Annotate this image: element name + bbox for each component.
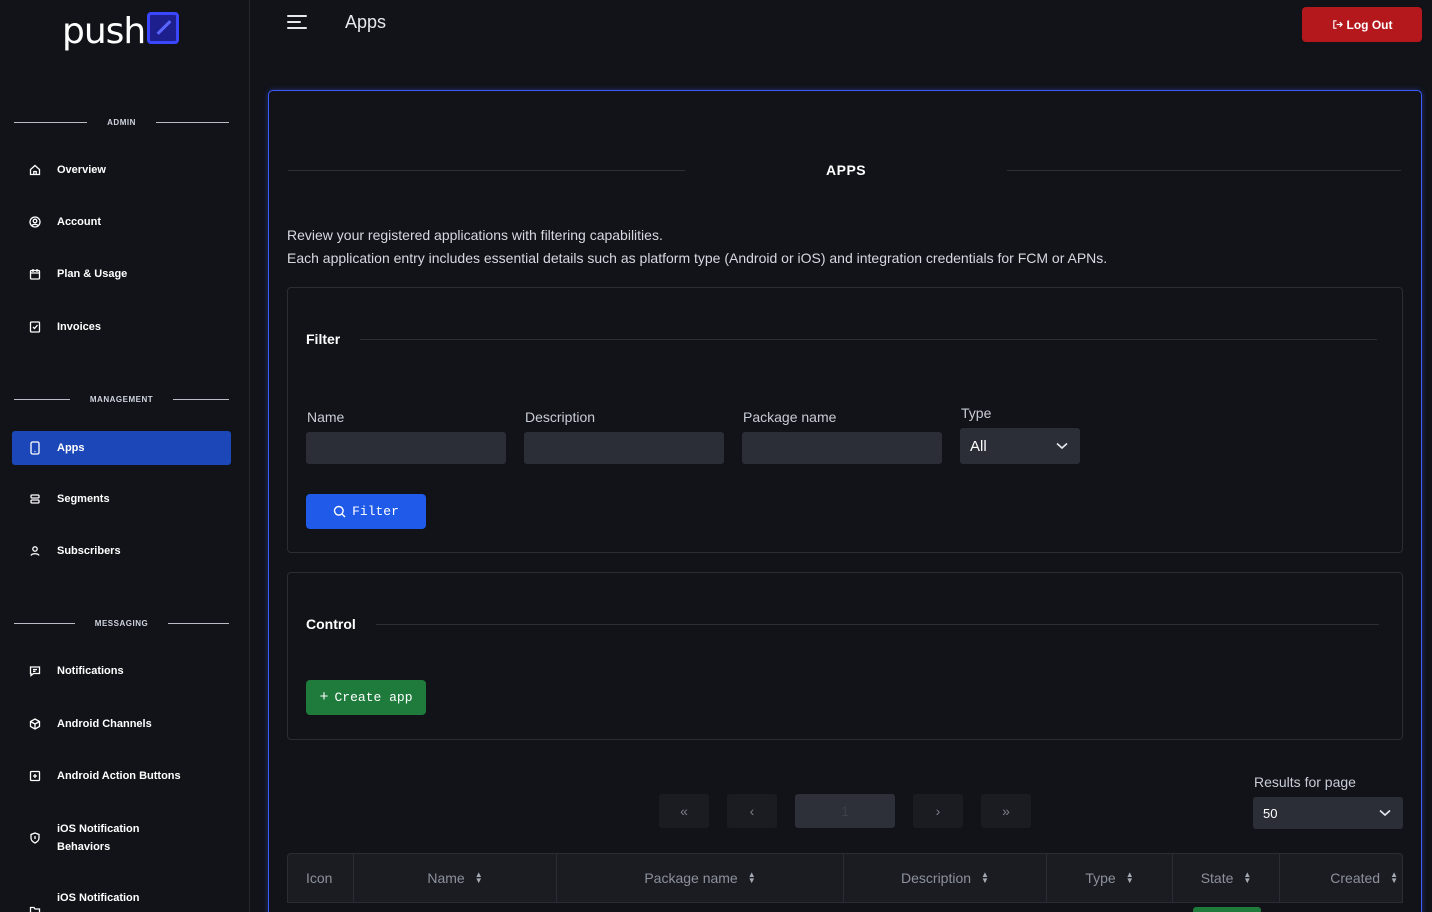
- sidebar-item-label: Notifications: [57, 665, 124, 677]
- menu-toggle-icon[interactable]: [287, 15, 307, 31]
- chevron-down-icon: [1056, 442, 1068, 450]
- filter-title: Filter: [306, 331, 341, 347]
- section-label-management: MANAGEMENT: [14, 395, 229, 404]
- sidebar-item-label: iOS Notification Behaviors: [57, 823, 140, 853]
- section-label-messaging: MESSAGING: [14, 619, 229, 628]
- next-page-button[interactable]: ›: [913, 794, 963, 828]
- shield-icon: [28, 831, 42, 845]
- stack-icon: [28, 492, 42, 506]
- sidebar-item-label: Account: [57, 216, 101, 228]
- description-label: Description: [525, 409, 596, 425]
- sort-icon: ▲ ▼: [1243, 870, 1252, 885]
- logout-label: Log Out: [1346, 17, 1393, 32]
- sidebar-item-notifications[interactable]: Notifications: [12, 654, 231, 688]
- sidebar-item-label: iOS Notification: [57, 892, 140, 904]
- create-app-button[interactable]: + Create app: [306, 680, 426, 715]
- logo-text: push: [62, 10, 146, 52]
- column-header-icon: Icon: [288, 854, 354, 902]
- smartphone-icon: [28, 441, 42, 455]
- logout-icon: [1332, 20, 1343, 29]
- sidebar-item-label: Segments: [57, 493, 110, 505]
- home-icon: [28, 163, 42, 177]
- intro-text: Review your registered applications with…: [287, 227, 1108, 266]
- sidebar-item-label: Plan & Usage: [57, 268, 128, 280]
- control-panel: Control: [287, 572, 1403, 740]
- name-input[interactable]: [306, 432, 506, 464]
- column-header-type[interactable]: Type ▲ ▼: [1047, 854, 1173, 902]
- first-page-button[interactable]: «: [659, 794, 709, 828]
- filter-header: Filter: [306, 331, 1378, 347]
- sort-icon: ▲ ▼: [981, 870, 989, 885]
- sidebar-item-subscribers[interactable]: Subscribers: [12, 534, 231, 568]
- sidebar-item-ios-notification-behaviors[interactable]: iOS Notification Behaviors: [12, 812, 231, 864]
- control-header: Control: [306, 616, 1379, 632]
- sidebar-item-segments[interactable]: Segments: [12, 482, 231, 516]
- create-app-label: Create app: [334, 690, 413, 705]
- filter-panel: Filter: [287, 287, 1403, 553]
- sidebar-item-apps[interactable]: Apps: [12, 431, 231, 465]
- calendar-icon: [28, 267, 42, 281]
- sidebar-item-android-action-buttons[interactable]: Android Action Buttons: [12, 759, 231, 793]
- users-icon: [28, 544, 42, 558]
- results-per-page-value: 50: [1263, 805, 1278, 821]
- chevron-down-icon: [1379, 809, 1391, 817]
- sort-icon: ▲ ▼: [1390, 870, 1398, 885]
- sidebar-item-android-channels[interactable]: Android Channels: [12, 707, 231, 741]
- sort-icon: ▲ ▼: [474, 870, 483, 885]
- filter-button-label: Filter: [352, 504, 399, 519]
- message-icon: [28, 664, 42, 678]
- sidebar-item-overview[interactable]: Overview: [12, 153, 231, 187]
- type-select-value: All: [970, 437, 987, 455]
- receipt-icon: [28, 320, 42, 334]
- sidebar-item-label: Invoices: [57, 321, 102, 333]
- card-title-row: APPS: [288, 162, 1401, 178]
- package-name-input[interactable]: [742, 432, 942, 464]
- sidebar-item-label: Android Channels: [57, 718, 152, 730]
- type-label: Type: [961, 405, 992, 421]
- sidebar-item-label: Apps: [57, 442, 85, 454]
- results-per-page-label: Results for page: [1254, 774, 1356, 790]
- prev-page-button[interactable]: ‹: [727, 794, 777, 828]
- name-label: Name: [307, 409, 345, 425]
- apps-table-header: Icon Name ▲ ▼ Package name ▲ ▼ Description…: [287, 853, 1403, 903]
- sidebar: push ADMIN Overview Account Plan & Usage…: [0, 0, 250, 912]
- column-header-created[interactable]: Created ▲ ▼: [1280, 854, 1402, 902]
- filter-button[interactable]: Filter: [306, 494, 426, 529]
- plus-icon: +: [319, 689, 329, 706]
- sort-icon: ▲ ▼: [1125, 870, 1134, 885]
- type-select[interactable]: All: [960, 428, 1080, 464]
- package-name-label: Package name: [743, 409, 837, 425]
- current-page[interactable]: 1: [795, 794, 895, 828]
- results-per-page-select[interactable]: 50: [1253, 797, 1403, 829]
- sidebar-item-label: Android Action Buttons: [57, 770, 181, 782]
- card-title: APPS: [826, 162, 867, 178]
- sidebar-item-label: Subscribers: [57, 545, 121, 557]
- section-label-admin: ADMIN: [14, 118, 229, 127]
- box-icon: [28, 717, 42, 731]
- logo[interactable]: push: [62, 10, 180, 52]
- last-page-button[interactable]: »: [981, 794, 1031, 828]
- column-header-state[interactable]: State ▲ ▼: [1173, 854, 1280, 902]
- sort-icon: ▲ ▼: [747, 870, 756, 885]
- page-title: Apps: [345, 12, 387, 32]
- search-icon: [333, 505, 346, 518]
- logo-mark-icon: [147, 12, 180, 44]
- sidebar-item-invoices[interactable]: Invoices: [12, 310, 231, 344]
- column-header-name[interactable]: Name ▲ ▼: [354, 854, 557, 902]
- logout-button[interactable]: Log Out: [1302, 7, 1422, 42]
- sidebar-item-plan-usage[interactable]: Plan & Usage: [12, 257, 231, 291]
- sidebar-item-label: Overview: [57, 164, 106, 176]
- plus-square-icon: [28, 769, 42, 783]
- folder-icon: [28, 904, 42, 912]
- status-badge: [1193, 907, 1261, 912]
- column-header-package-name[interactable]: Package name ▲ ▼: [557, 854, 844, 902]
- sidebar-item-ios-notification[interactable]: iOS Notification: [12, 888, 231, 912]
- description-input[interactable]: [524, 432, 724, 464]
- control-title: Control: [306, 616, 356, 632]
- user-circle-icon: [28, 215, 42, 229]
- sidebar-item-account[interactable]: Account: [12, 205, 231, 239]
- column-header-description[interactable]: Description ▲ ▼: [844, 854, 1047, 902]
